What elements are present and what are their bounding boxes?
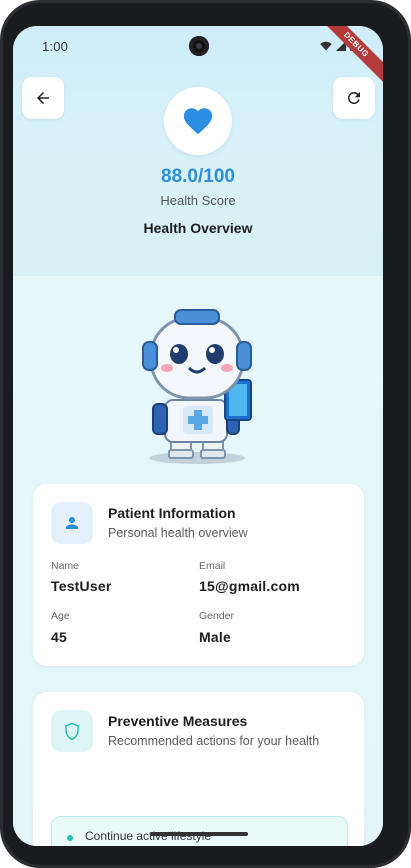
gender-value: Male bbox=[199, 629, 231, 645]
gender-label: Gender bbox=[199, 610, 235, 622]
arrow-left-icon bbox=[37, 92, 49, 104]
refresh-icon bbox=[347, 91, 360, 104]
refresh-button[interactable] bbox=[333, 77, 375, 119]
preventive-icon-badge bbox=[51, 710, 93, 752]
back-button[interactable] bbox=[22, 77, 64, 119]
device-frame: 1:00 DEBUG 88.0/100 Health Score Health … bbox=[0, 0, 411, 868]
preventive-measure-item: Continue active lifestyle bbox=[51, 816, 348, 846]
page-title: Health Overview bbox=[143, 220, 253, 236]
email-value: 15@gmail.com bbox=[199, 578, 300, 594]
preventive-card-title: Preventive Measures bbox=[108, 713, 248, 729]
front-camera bbox=[189, 36, 209, 56]
bullet-dot bbox=[67, 835, 73, 841]
preventive-measures-card: Preventive Measures Recommended actions … bbox=[33, 692, 364, 846]
person-icon bbox=[66, 517, 78, 529]
wifi-icon bbox=[320, 41, 332, 50]
patient-card-title: Patient Information bbox=[108, 505, 236, 521]
name-value: TestUser bbox=[51, 578, 112, 594]
patient-info-card: Patient Information Personal health over… bbox=[33, 484, 364, 666]
heart-icon bbox=[183, 108, 213, 135]
age-value: 45 bbox=[51, 629, 67, 645]
app-screen: 1:00 DEBUG 88.0/100 Health Score Health … bbox=[13, 26, 383, 846]
patient-icon-badge bbox=[51, 502, 93, 544]
home-indicator[interactable] bbox=[150, 832, 248, 836]
health-score-badge bbox=[164, 87, 232, 155]
age-label: Age bbox=[51, 610, 70, 622]
name-label: Name bbox=[51, 560, 80, 572]
patient-card-subtitle: Personal health overview bbox=[108, 526, 248, 540]
preventive-card-subtitle: Recommended actions for your health bbox=[108, 734, 320, 748]
health-score-value: 88.0/100 bbox=[161, 166, 235, 187]
status-time: 1:00 bbox=[42, 39, 69, 54]
shield-icon bbox=[65, 722, 79, 740]
robot-mascot-image bbox=[142, 309, 252, 464]
health-score-label: Health Score bbox=[160, 193, 236, 208]
email-label: Email bbox=[199, 560, 226, 572]
